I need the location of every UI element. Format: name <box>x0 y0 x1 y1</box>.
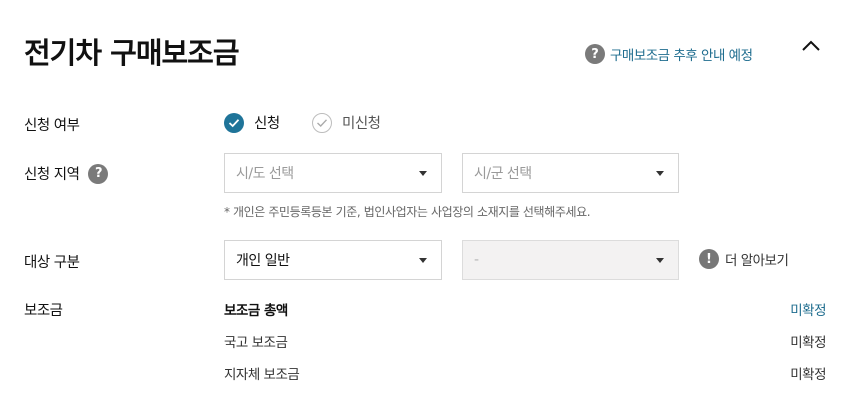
subsidy-total-row: 보조금 총액 미확정 <box>224 299 826 319</box>
sido-select-value: 시/도 선택 <box>236 166 294 182</box>
target-type-select[interactable]: 개인 일반 <box>224 240 442 280</box>
page-title: 전기차 구매보조금 <box>24 36 240 70</box>
subsidy-national-value: 미확정 <box>790 335 826 351</box>
target-subtype-select: - <box>462 240 679 280</box>
target-subtype-value: - <box>474 252 479 268</box>
region-hint: * 개인은 주민등록등본 기준, 법인사업자는 사업장의 소재지를 선택해주세요… <box>224 205 591 219</box>
chevron-up-icon <box>802 40 820 51</box>
caret-down-icon <box>419 258 427 263</box>
sigun-select-value: 시/군 선택 <box>474 166 532 182</box>
check-circle-icon <box>224 112 244 133</box>
sido-select[interactable]: 시/도 선택 <box>224 153 442 193</box>
region-label-text: 신청 지역 <box>24 167 80 183</box>
subsidy-local-row: 지자체 보조금 미확정 <box>224 363 826 383</box>
radio-apply-yes[interactable]: 신청 <box>224 112 280 133</box>
subsidy-total-value: 미확정 <box>790 303 826 319</box>
subsidy-total-name: 보조금 총액 <box>224 303 288 319</box>
region-label: 신청 지역 ? <box>24 163 109 184</box>
subsidy-local-name: 지자체 보조금 <box>224 367 300 383</box>
apply-label: 신청 여부 <box>24 118 80 134</box>
radio-apply-no[interactable]: 미신청 <box>312 112 381 133</box>
check-outline-icon <box>312 112 332 133</box>
target-label: 대상 구분 <box>24 255 80 271</box>
radio-apply-yes-label: 신청 <box>254 116 280 132</box>
subsidy-notice-link[interactable]: ? 구매보조금 추후 안내 예정 <box>585 44 753 64</box>
question-circle-icon: ? <box>585 44 605 64</box>
caret-down-icon <box>419 171 427 176</box>
target-type-value: 개인 일반 <box>236 253 290 269</box>
exclamation-circle-icon: ! <box>699 249 719 269</box>
subsidy-national-row: 국고 보조금 미확정 <box>224 331 826 351</box>
learn-more-link[interactable]: ! 더 알아보기 <box>699 249 789 269</box>
caret-down-icon <box>656 258 664 263</box>
sigun-select[interactable]: 시/군 선택 <box>462 153 679 193</box>
notice-text: 구매보조금 추후 안내 예정 <box>610 48 753 64</box>
radio-apply-no-label: 미신청 <box>342 116 381 132</box>
learn-more-label: 더 알아보기 <box>725 253 789 269</box>
subsidy-local-value: 미확정 <box>790 367 826 383</box>
question-circle-icon[interactable]: ? <box>88 163 109 184</box>
subsidy-national-name: 국고 보조금 <box>224 335 288 351</box>
collapse-button[interactable] <box>800 36 822 56</box>
subsidy-label: 보조금 <box>24 303 63 319</box>
caret-down-icon <box>656 171 664 176</box>
